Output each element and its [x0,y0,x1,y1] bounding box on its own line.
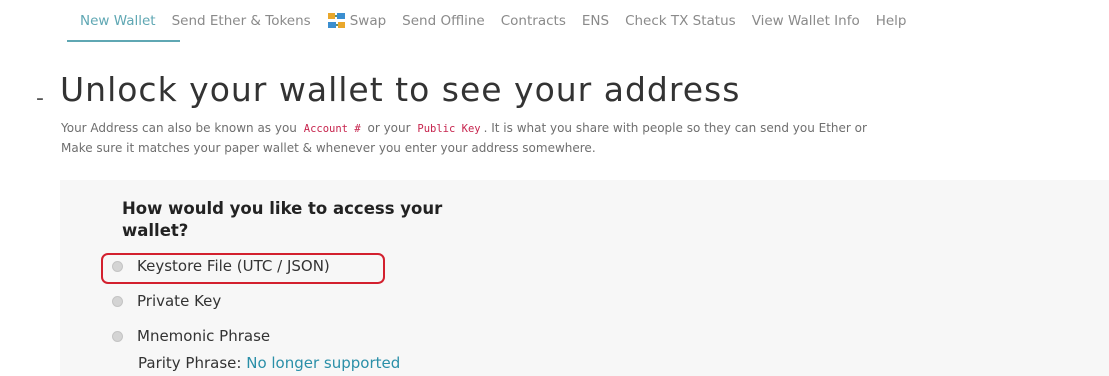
parity-link[interactable]: No longer supported [246,354,400,372]
description-line-1: Your Address can also be known as you Ac… [61,119,867,139]
keystore-highlight-box [101,253,385,284]
top-nav: New Wallet Send Ether & Tokens Swap Send… [80,12,923,29]
collapse-toggle[interactable]: - [36,86,44,111]
nav-help[interactable]: Help [876,13,907,29]
nav-check-tx-status[interactable]: Check TX Status [625,13,736,29]
private-key-radio[interactable] [112,295,123,307]
nav-view-wallet-info[interactable]: View Wallet Info [752,13,860,29]
public-key-code: Public Key [417,123,481,135]
account-code: Account # [303,123,361,135]
nav-contracts[interactable]: Contracts [501,13,566,29]
mnemonic-radio[interactable] [112,330,123,342]
option-label: Mnemonic Phrase [137,327,271,345]
address-description: Your Address can also be known as you Ac… [61,119,867,158]
access-question: How would you like to access your wallet… [122,199,443,240]
description-text: . It is what you share with people so th… [483,121,867,135]
nav-swap-label: Swap [349,12,387,29]
nav-new-wallet[interactable]: New Wallet [80,13,156,29]
swap-icon [327,13,345,28]
option-mnemonic-phrase[interactable]: Mnemonic Phrase [112,327,270,345]
description-text: or your [367,121,411,135]
description-text: Your Address can also be known as you [61,121,297,135]
option-private-key[interactable]: Private Key [112,292,221,310]
nav-swap[interactable]: Swap [327,12,386,29]
nav-send-offline[interactable]: Send Offline [402,13,485,29]
parity-phrase-row: Parity Phrase: No longer supported [138,354,400,372]
nav-send-ether-tokens[interactable]: Send Ether & Tokens [172,13,311,29]
option-label: Private Key [137,292,222,310]
nav-ens[interactable]: ENS [582,13,609,29]
page-title: Unlock your wallet to see your address [60,70,741,109]
active-tab-underline [67,40,180,42]
parity-label: Parity Phrase: [138,354,242,372]
description-line-2: Make sure it matches your paper wallet &… [61,141,596,155]
